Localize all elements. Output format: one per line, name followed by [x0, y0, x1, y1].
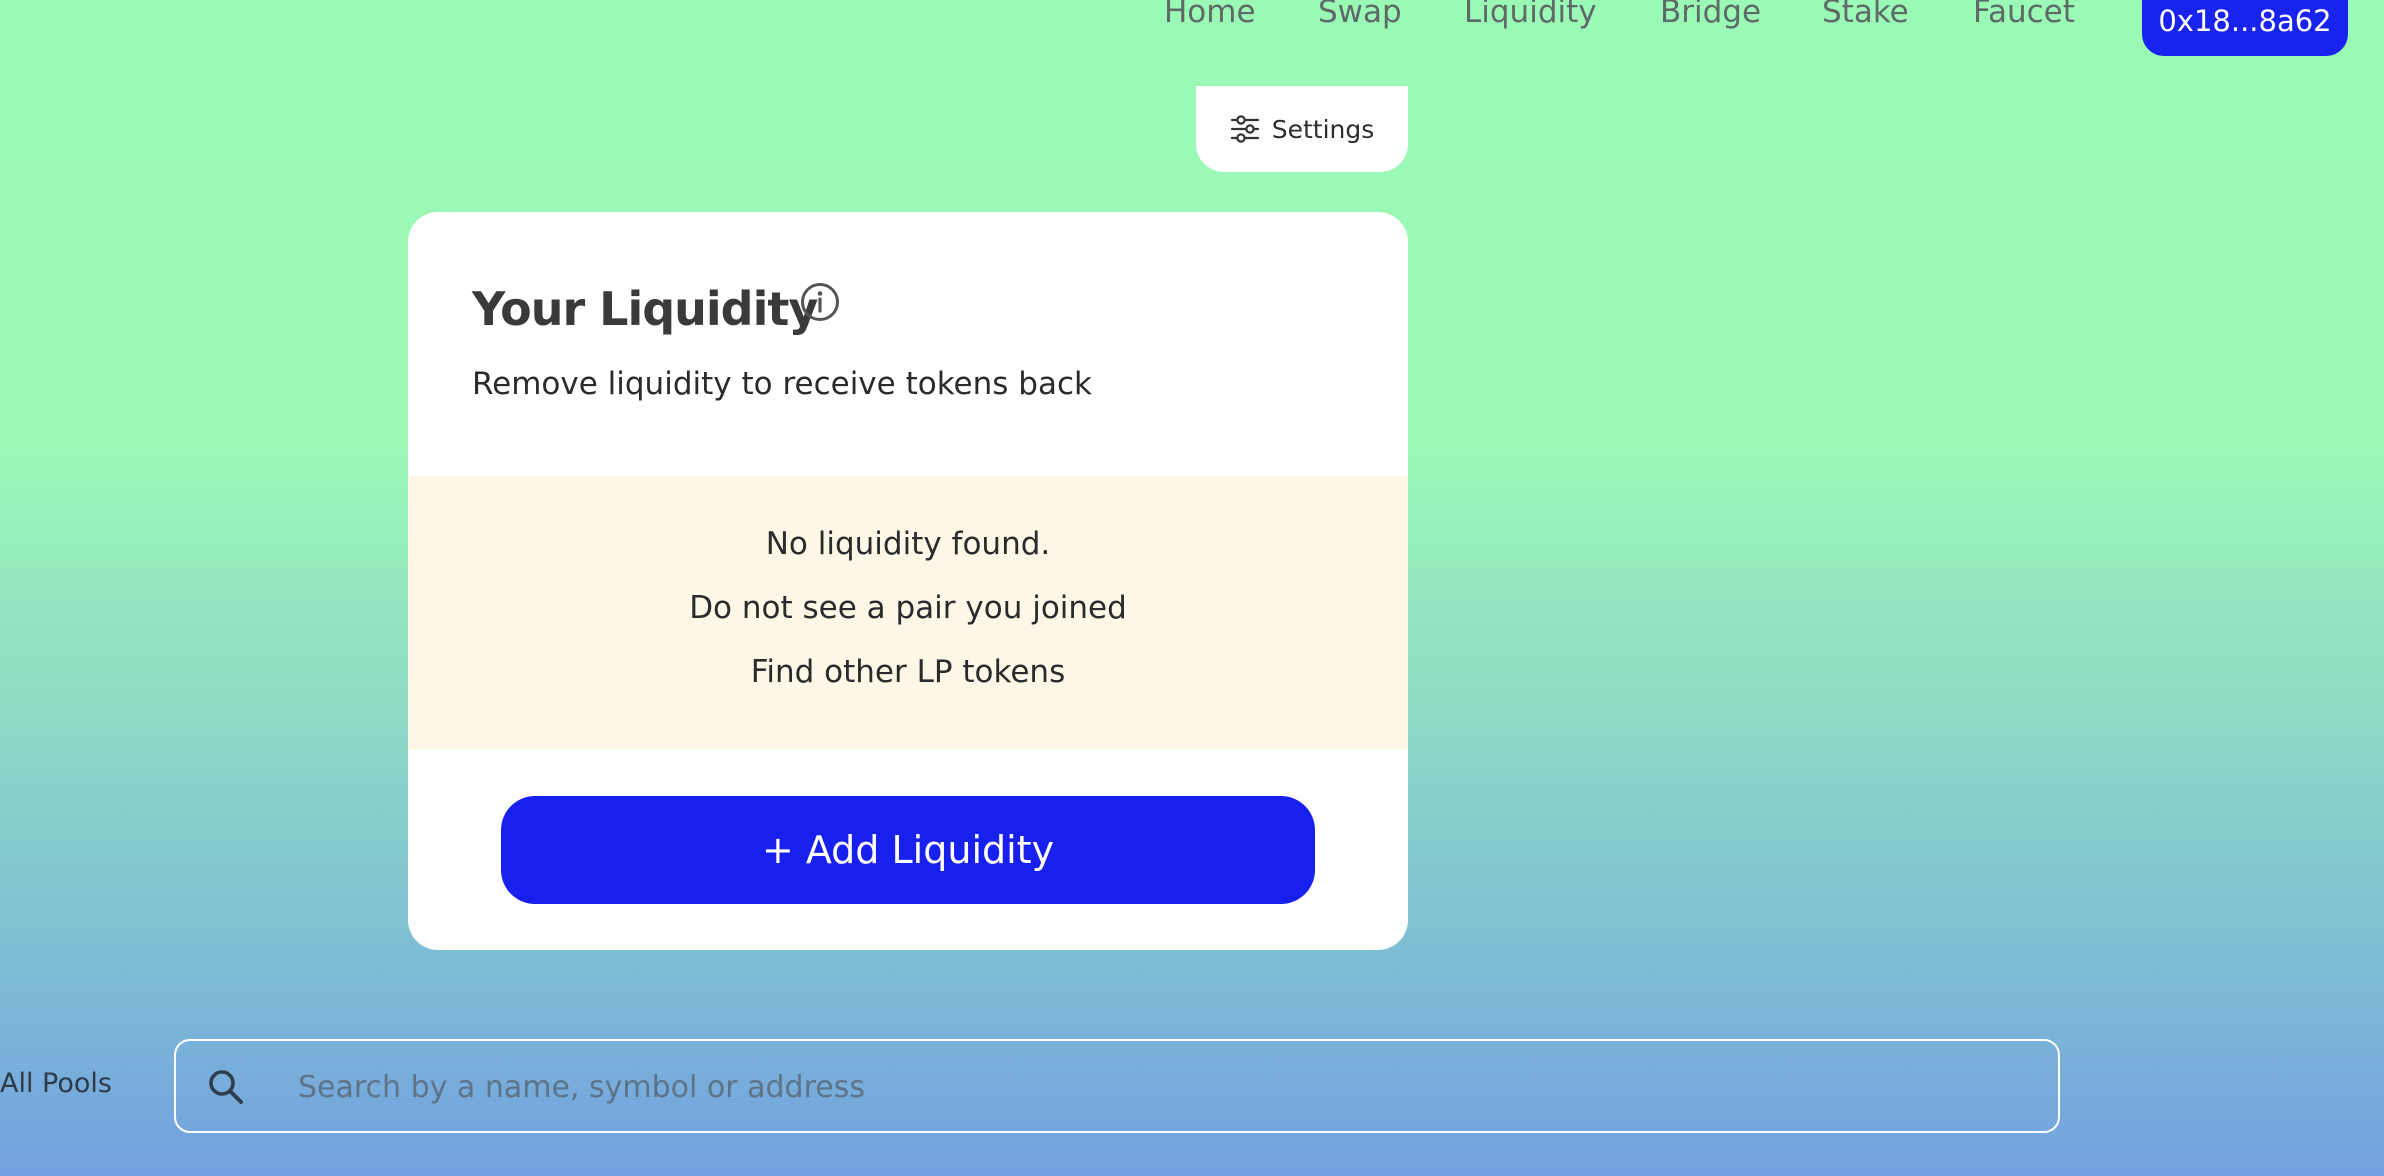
- wallet-address-button[interactable]: 0x18...8a62: [2142, 0, 2348, 56]
- settings-label: Settings: [1271, 114, 1375, 144]
- pool-search-input[interactable]: [296, 1041, 2000, 1133]
- settings-button[interactable]: Settings: [1196, 86, 1408, 172]
- card-subtitle: Remove liquidity to receive tokens back: [472, 366, 1092, 402]
- sliders-icon: [1230, 115, 1260, 143]
- nav-link-home[interactable]: Home: [1164, 0, 1256, 30]
- empty-liquidity-panel: No liquidity found. Do not see a pair yo…: [408, 476, 1408, 750]
- card-title: Your Liquidity: [472, 282, 818, 336]
- all-pools-tab[interactable]: All Pools: [0, 1068, 112, 1099]
- nav-link-bridge[interactable]: Bridge: [1660, 0, 1761, 30]
- magnifier-icon: [206, 1067, 246, 1107]
- nav-link-stake[interactable]: Stake: [1822, 0, 1909, 30]
- find-lp-tokens-link[interactable]: Find other LP tokens: [408, 654, 1408, 690]
- missing-pair-text: Do not see a pair you joined: [689, 590, 1127, 626]
- nav-link-liquidity[interactable]: Liquidity: [1464, 0, 1597, 30]
- pool-search-box[interactable]: [174, 1039, 2060, 1133]
- add-liquidity-button[interactable]: + Add Liquidity: [501, 796, 1315, 904]
- your-liquidity-card: Your Liquidity Remove liquidity to recei…: [408, 212, 1408, 950]
- info-icon[interactable]: [800, 282, 840, 322]
- nav-link-faucet[interactable]: Faucet: [1973, 0, 2075, 30]
- nav-link-swap[interactable]: Swap: [1318, 0, 1402, 30]
- no-liquidity-text: No liquidity found.: [765, 526, 1051, 562]
